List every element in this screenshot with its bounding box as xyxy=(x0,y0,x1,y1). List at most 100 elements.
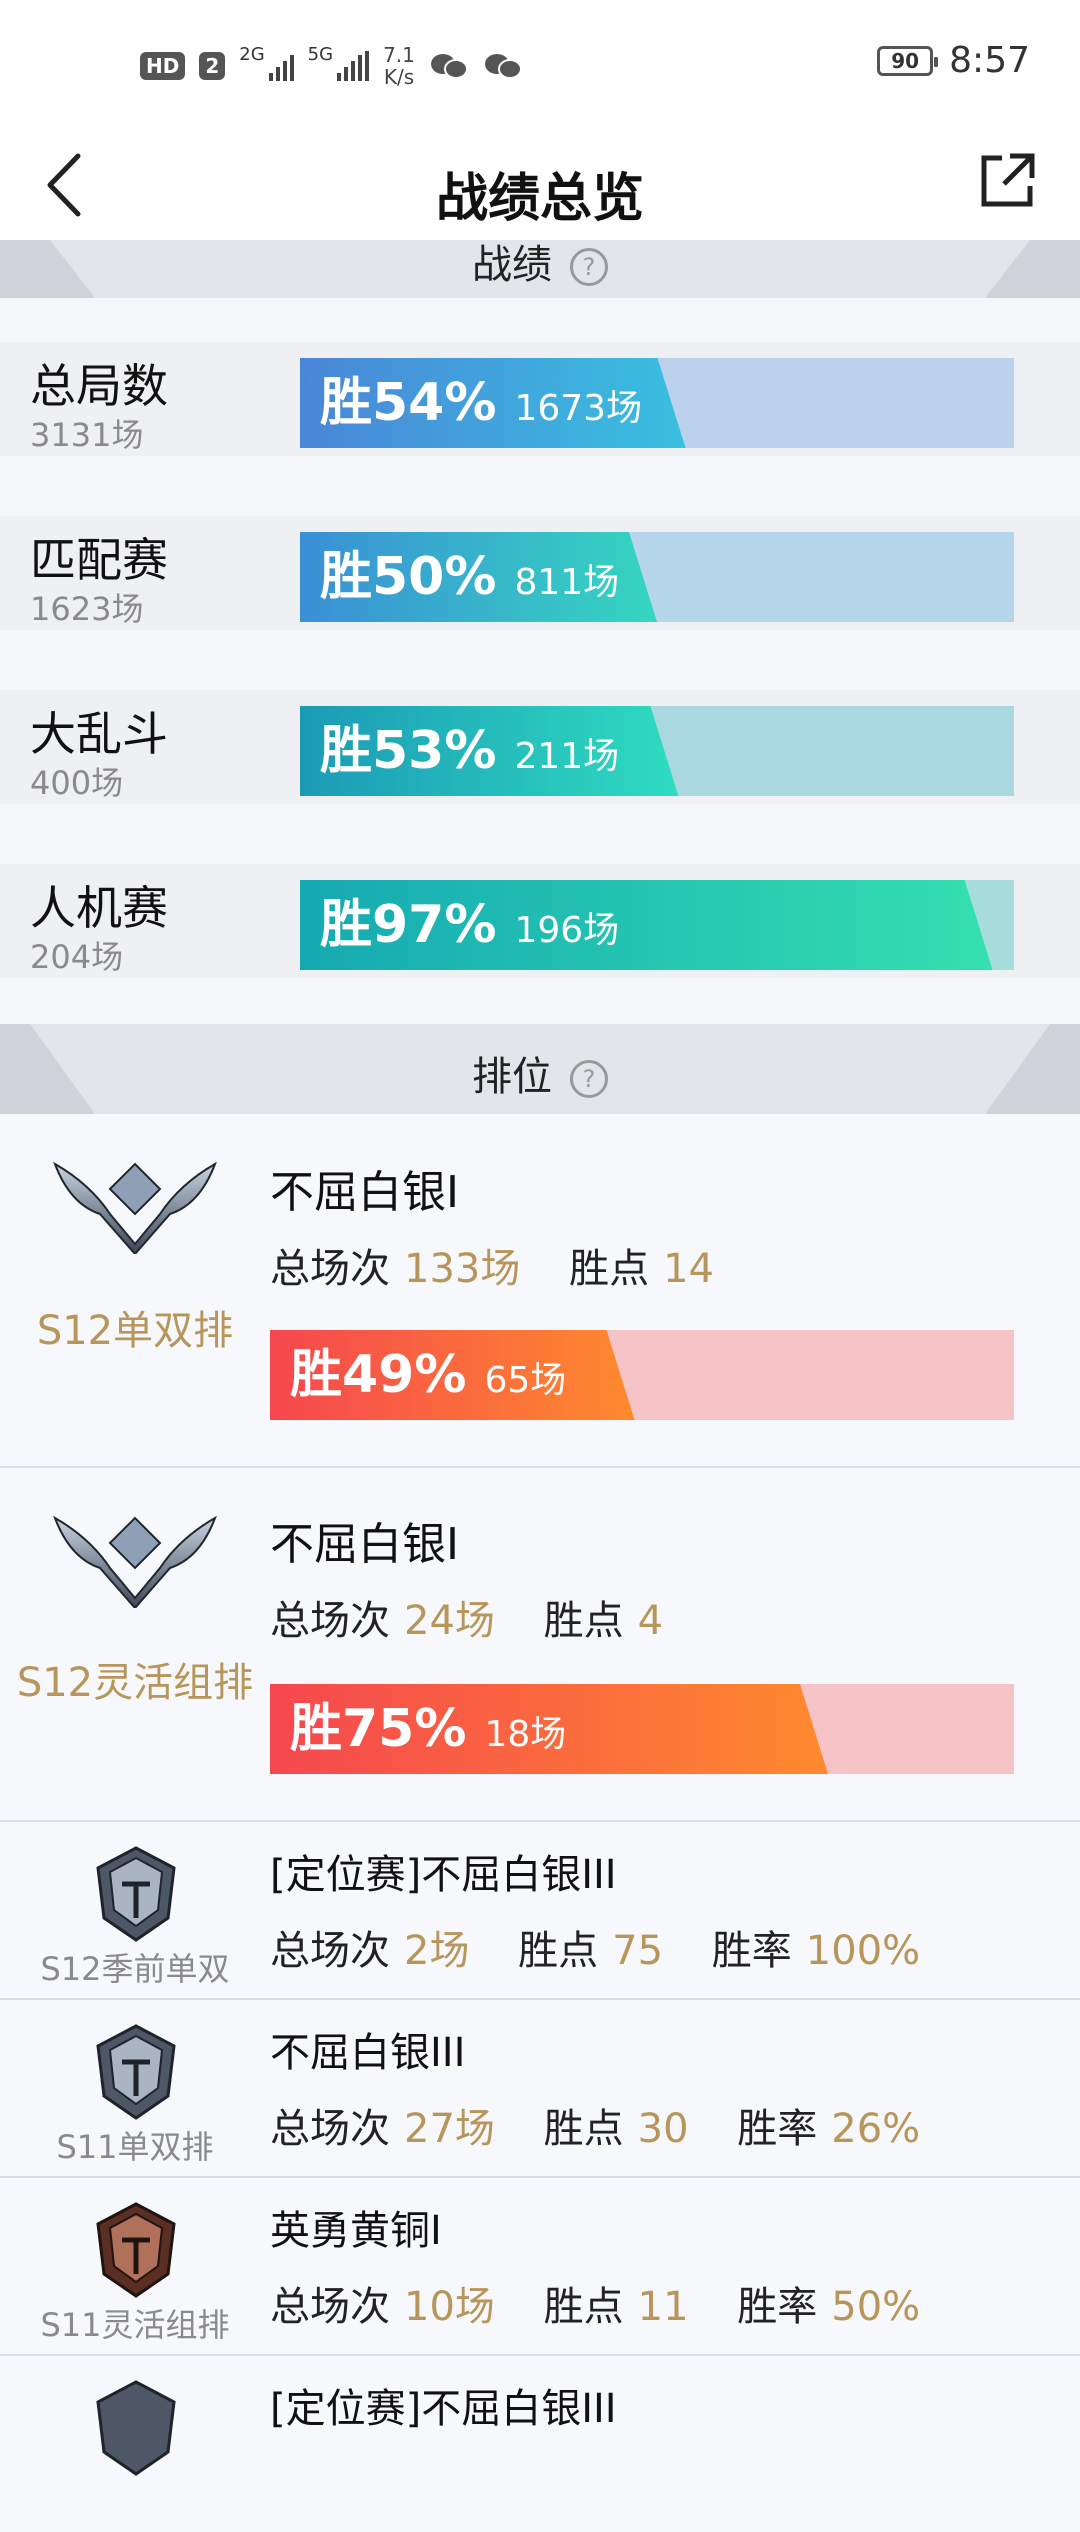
total-label: 总场次 xyxy=(270,1246,390,1292)
stat-name: 人机赛 xyxy=(30,881,168,935)
win-rate-text: 胜53% 211场 xyxy=(320,706,619,796)
ranked-mode-label: S12季前单双 xyxy=(40,1950,230,1988)
silver-wings-emblem-icon xyxy=(53,1515,217,1608)
win-rate-bar: 胜50% 811场 xyxy=(300,532,1014,622)
lp-label: 胜点 xyxy=(543,2106,624,2152)
rate-label: 胜率 xyxy=(737,2284,818,2330)
win-rate-bar: 胜97% 196场 xyxy=(300,880,1014,970)
win-rate-text: 胜50% 811场 xyxy=(320,532,619,622)
silver-helmet-icon xyxy=(96,2380,176,2476)
win-percent: 胜50% xyxy=(320,547,497,607)
ranked-mode-label: S11灵活组排 xyxy=(40,2306,230,2344)
win-percent: 胜54% xyxy=(320,373,497,433)
lp-value: 14 xyxy=(663,1246,714,1292)
ranked-section-title: 排位 xyxy=(472,1054,552,1100)
silver-wings-emblem-icon xyxy=(53,1161,217,1254)
network-5g-label: 5G xyxy=(307,44,334,65)
win-count: 1673场 xyxy=(514,388,643,429)
total-value: 24场 xyxy=(404,1598,495,1644)
status-bar: HD 2 2G 5G 7.1 K/s 90 8:57 xyxy=(0,0,1080,130)
stat-name: 大乱斗 xyxy=(30,707,168,761)
win-rate-bar: 胜54% 1673场 xyxy=(300,358,1014,448)
rank-stats: 总场次 24场 胜点 4 xyxy=(270,1588,663,1646)
lp-value: 11 xyxy=(637,2284,689,2330)
stat-count: 1623场 xyxy=(30,590,144,628)
stat-row-aram[interactable]: 大乱斗 400场 胜53% 211场 xyxy=(0,690,1080,804)
lp-label: 胜点 xyxy=(518,1928,599,1974)
bronze-helmet-icon xyxy=(96,2202,176,2298)
total-label: 总场次 xyxy=(270,2106,390,2152)
ranked-card[interactable]: S12单双排 不屈白银I 总场次 133场 胜点 14 胜49% 65场 xyxy=(0,1114,1080,1468)
lp-value: 75 xyxy=(612,1928,664,1974)
silver-helmet-icon xyxy=(96,2024,176,2120)
lp-value: 4 xyxy=(637,1598,664,1644)
lp-label: 胜点 xyxy=(543,1598,624,1644)
network-2g-label: 2G xyxy=(239,44,265,65)
stat-row-total[interactable]: 总局数 3131场 胜54% 1673场 xyxy=(0,342,1080,456)
status-icons-left: HD 2 2G 5G 7.1 K/s xyxy=(140,44,523,88)
rate-value: 50% xyxy=(831,2284,921,2330)
win-percent: 胜49% xyxy=(290,1345,467,1405)
stat-name: 匹配赛 xyxy=(30,533,168,587)
win-count: 65场 xyxy=(484,1360,567,1401)
rate-value: 26% xyxy=(831,2106,921,2152)
win-percent: 胜53% xyxy=(320,721,497,781)
lp-label: 胜点 xyxy=(569,1246,650,1292)
ranked-mode-label: S11单双排 xyxy=(56,2128,214,2166)
ranked-history-row[interactable]: [定位赛]不屈白银III xyxy=(0,2356,1080,2532)
wechat-icon xyxy=(430,54,468,79)
stat-row-matchmaking[interactable]: 匹配赛 1623场 胜50% 811场 xyxy=(0,516,1080,630)
ranked-win-text: 胜49% 65场 xyxy=(290,1330,566,1420)
win-percent: 胜97% xyxy=(320,895,497,955)
hd-badge: HD xyxy=(140,52,186,80)
rate-value: 100% xyxy=(805,1928,921,1974)
status-icons-right: 90 8:57 xyxy=(877,40,1030,81)
total-label: 总场次 xyxy=(270,1928,390,1974)
ranked-card[interactable]: S12灵活组排 不屈白银I 总场次 24场 胜点 4 胜75% 18场 xyxy=(0,1468,1080,1822)
ranked-history-row[interactable]: S11灵活组排 英勇黄铜I 总场次 10场 胜点 11 胜率 50% xyxy=(0,2178,1080,2356)
win-count: 196场 xyxy=(514,910,620,951)
lp-value: 30 xyxy=(637,2106,689,2152)
record-section-title: 战绩 xyxy=(472,242,552,288)
ranked-section-header: 排位? xyxy=(0,1024,1080,1114)
help-icon[interactable]: ? xyxy=(570,248,608,286)
clock: 8:57 xyxy=(949,40,1030,81)
net-speed-value: 7.1 xyxy=(383,43,415,67)
rank-stats: 总场次 10场 胜点 11 胜率 50% xyxy=(270,2274,920,2332)
stat-row-bots[interactable]: 人机赛 204场 胜97% 196场 xyxy=(0,864,1080,978)
rank-tier: [定位赛]不屈白银III xyxy=(270,2386,617,2432)
net-speed-unit: K/s xyxy=(383,65,415,89)
ranked-history-row[interactable]: S11单双排 不屈白银III 总场次 27场 胜点 30 胜率 26% xyxy=(0,2000,1080,2178)
signal-icon-2 xyxy=(337,51,370,81)
ranked-win-bar: 胜49% 65场 xyxy=(270,1330,1014,1420)
win-percent: 胜75% xyxy=(290,1699,467,1759)
rank-tier: [定位赛]不屈白银III xyxy=(270,1852,617,1898)
record-section-header: 战绩? xyxy=(0,240,1080,298)
total-label: 总场次 xyxy=(270,2284,390,2330)
win-rate-bar: 胜53% 211场 xyxy=(300,706,1014,796)
sim-badge: 2 xyxy=(199,52,226,80)
rank-tier: 英勇黄铜I xyxy=(270,2208,442,2254)
rank-stats: 总场次 27场 胜点 30 胜率 26% xyxy=(270,2096,920,2154)
total-value: 10场 xyxy=(404,2284,495,2330)
ranked-mode-label: S12灵活组排 xyxy=(16,1660,254,1706)
silver-helmet-icon xyxy=(96,1846,176,1942)
ranked-win-bar: 胜75% 18场 xyxy=(270,1684,1014,1774)
help-icon[interactable]: ? xyxy=(570,1060,608,1098)
wechat-icon-2 xyxy=(484,54,522,79)
total-label: 总场次 xyxy=(270,1598,390,1644)
nav-bar: 战绩总览 xyxy=(0,130,1080,240)
rate-label: 胜率 xyxy=(737,2106,818,2152)
ranked-history-row[interactable]: S12季前单双 [定位赛]不屈白银III 总场次 2场 胜点 75 胜率 100% xyxy=(0,1822,1080,2000)
total-value: 2场 xyxy=(404,1928,470,1974)
stat-name: 总局数 xyxy=(30,359,168,413)
stat-count: 204场 xyxy=(30,938,124,976)
lp-label: 胜点 xyxy=(543,2284,624,2330)
rank-stats: 总场次 133场 胜点 14 xyxy=(270,1236,714,1294)
record-section-title-wrap: 战绩? xyxy=(0,240,1080,290)
share-icon[interactable] xyxy=(974,148,1040,214)
net-speed: 7.1 K/s xyxy=(383,44,415,88)
ranked-mode-label: S12单双排 xyxy=(36,1308,234,1354)
signal-icon xyxy=(268,51,294,81)
rate-label: 胜率 xyxy=(711,1928,792,1974)
